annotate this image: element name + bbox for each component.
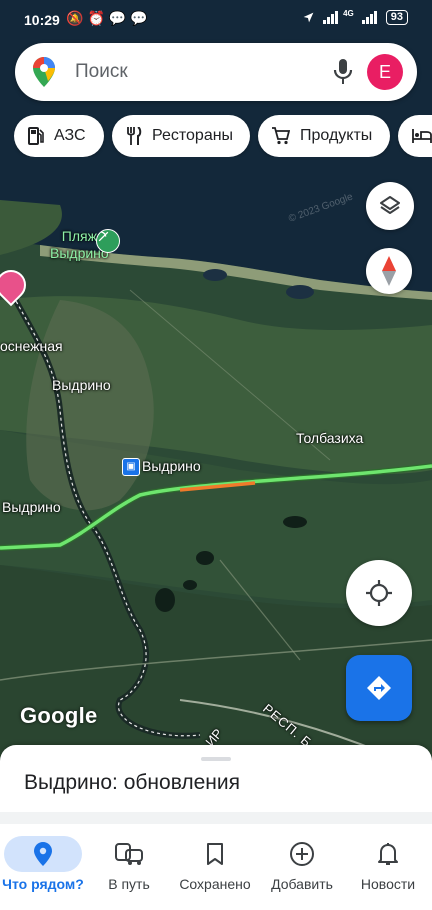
commute-icon (90, 836, 168, 872)
map-label-snezhnaya[interactable]: оснежная (0, 338, 63, 354)
mute-bell-icon: 🔕 (66, 10, 88, 26)
chip-label: Рестораны (152, 127, 234, 144)
location-pin-icon (4, 836, 82, 872)
chip-gas-station[interactable]: АЗС (14, 115, 104, 157)
alarm-icon: ⏰ (87, 10, 109, 26)
layers-icon (380, 196, 400, 214)
divider (0, 812, 432, 824)
microphone-icon[interactable] (333, 58, 353, 86)
restaurant-icon (126, 127, 142, 145)
compass-icon (382, 256, 396, 286)
nav-updates[interactable]: Новости (345, 824, 431, 910)
nav-label: В путь (108, 876, 150, 892)
beach-icon[interactable] (96, 229, 120, 253)
chip-restaurants[interactable]: Рестораны (112, 115, 250, 157)
directions-icon (367, 676, 391, 700)
map-label-vydrino-1[interactable]: Выдрино (52, 377, 111, 393)
nav-label: Добавить (271, 876, 333, 892)
google-maps-pin-icon (33, 57, 55, 87)
signal-icon-2 (361, 11, 377, 24)
bookmark-icon (176, 836, 254, 872)
add-circle-icon (263, 836, 341, 872)
nav-explore[interactable]: Что рядом? (0, 824, 86, 910)
nav-commute[interactable]: В путь (86, 824, 172, 910)
map-label-tolbazikha[interactable]: Толбазиха (296, 430, 363, 446)
chip-label: АЗС (54, 127, 86, 144)
status-time: 10:29 (24, 12, 60, 28)
gas-station-icon (28, 127, 44, 145)
layers-button[interactable] (366, 182, 414, 230)
search-input[interactable]: Поиск (75, 61, 128, 83)
chip-label: Продукты (300, 127, 373, 144)
status-bar: 10:29 🔕⏰💬💬 4G 93 (0, 0, 432, 40)
network-type: 4G (343, 9, 354, 18)
chip-hotels[interactable] (398, 115, 432, 157)
chat-icon: 💬 (108, 10, 131, 26)
sheet-title: Выдрино: обновления (24, 771, 240, 794)
system-icons: 4G 93 (302, 9, 408, 25)
battery-indicator: 93 (385, 10, 408, 25)
location-arrow-icon (303, 12, 314, 23)
bottom-navigation: Что рядом? В путь Сохранено Добавить Нов… (0, 824, 432, 910)
bell-icon (349, 836, 427, 872)
sheet-drag-handle[interactable] (201, 757, 231, 761)
category-chips: АЗС Рестораны Продукты (14, 115, 432, 157)
chip-groceries[interactable]: Продукты (258, 115, 390, 157)
nav-label: Новости (360, 876, 416, 892)
google-logo: Google (20, 703, 98, 728)
compass-button[interactable] (366, 248, 412, 294)
directions-button[interactable] (346, 655, 412, 721)
train-station-icon[interactable]: ▣ (122, 458, 140, 476)
nav-contribute[interactable]: Добавить (259, 824, 345, 910)
signal-icon (323, 11, 339, 24)
cart-icon (272, 127, 290, 145)
map-label-vydrino-2[interactable]: Выдрино (2, 499, 61, 515)
nav-saved[interactable]: Сохранено (172, 824, 258, 910)
message-icon: 💬 (130, 10, 152, 26)
nav-label: Сохранено (179, 876, 251, 892)
account-avatar[interactable]: E (367, 54, 403, 90)
nav-label: Что рядом? (2, 876, 84, 892)
map-view[interactable]: © 2023 Google Пляж Выдрино оснежная Выдр… (0, 0, 432, 760)
crosshair-icon (366, 580, 392, 606)
search-bar[interactable]: Поиск E (15, 43, 417, 101)
my-location-button[interactable] (346, 560, 412, 626)
hotel-icon (412, 129, 432, 143)
notification-icons: 🔕⏰💬💬 (66, 10, 152, 27)
map-label-station[interactable]: Выдрино (142, 458, 201, 474)
